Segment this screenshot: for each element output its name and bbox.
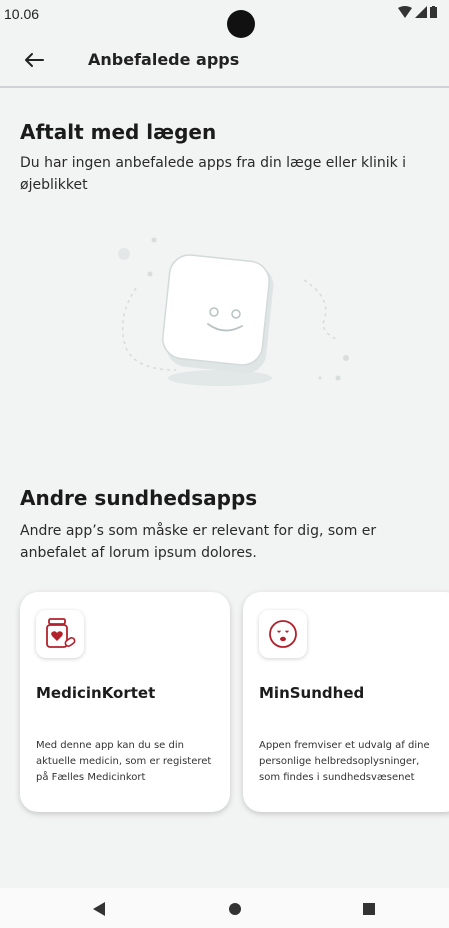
nav-recents-icon[interactable]: [362, 902, 376, 916]
signal-icon: [415, 6, 427, 18]
page-title: Anbefalede apps: [88, 50, 240, 69]
smiley-face-icon: [259, 610, 307, 658]
app-card-title: MinSundhed: [259, 684, 365, 702]
wifi-icon: [398, 6, 412, 18]
other-section-title: Andre sundhedsapps: [20, 486, 258, 510]
app-card-title: MedicinKortet: [36, 684, 156, 702]
app-card-description: Med denne app kan du se din aktuelle med…: [36, 740, 212, 783]
agreed-section-description: Du har ingen anbefalede apps fra din læg…: [20, 155, 407, 193]
status-time: 10.06: [4, 6, 40, 22]
medicine-bottle-icon: [36, 610, 84, 658]
app-bar: Anbefalede apps: [0, 34, 449, 88]
app-card-medicinkortet[interactable]: MedicinKortet Med denne app kan du se di…: [20, 592, 230, 812]
battery-icon: [430, 6, 437, 18]
nav-back-icon[interactable]: [92, 902, 106, 916]
app-card-minsundhed[interactable]: MinSundhed Appen fremviser et udvalg af …: [243, 592, 449, 812]
nav-home-icon[interactable]: [228, 902, 242, 916]
back-button[interactable]: [20, 46, 48, 74]
app-card-description: Appen fremviser et udvalg af dine person…: [259, 740, 430, 783]
agreed-section-title: Aftalt med lægen: [20, 120, 217, 144]
system-navigation-bar: [0, 888, 449, 928]
arrow-left-icon: [25, 53, 44, 67]
status-bar: 10.06: [0, 0, 449, 38]
empty-state-illustration: [118, 237, 349, 386]
other-section-description: Andre app’s som måske er relevant for di…: [20, 523, 377, 561]
status-icons: [398, 6, 437, 18]
